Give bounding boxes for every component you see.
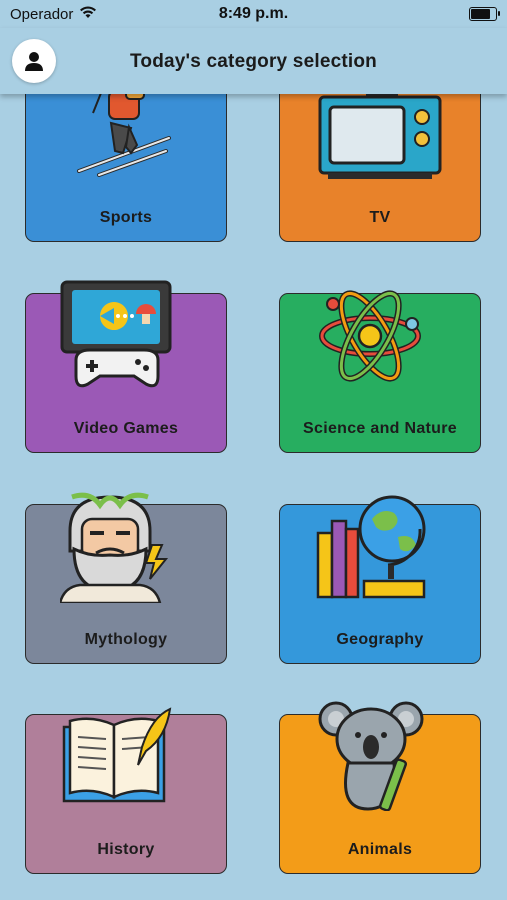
category-label: Science and Nature: [303, 420, 457, 437]
category-label: TV: [369, 209, 391, 226]
category-label: Video Games: [73, 420, 179, 437]
page-title: Today's category selection: [130, 51, 377, 72]
category-grid: Sports TV Video Games Science and Nature…: [0, 0, 507, 900]
category-card-video-games[interactable]: Video Games: [25, 280, 227, 453]
category-card-history[interactable]: History: [25, 707, 227, 874]
globe-icon: [316, 495, 426, 599]
category-label: Mythology: [84, 631, 168, 648]
television-icon: [318, 89, 442, 179]
category-card-science-and-nature[interactable]: Science and Nature: [279, 290, 481, 453]
battery-level: [471, 9, 490, 19]
status-time: 8:49 p.m.: [218, 5, 289, 22]
category-card-geography[interactable]: Geography: [279, 495, 481, 664]
category-card-tv[interactable]: TV: [279, 82, 481, 242]
skier-icon: [77, 84, 171, 177]
battery-icon: [469, 7, 500, 21]
category-label: Sports: [99, 209, 153, 226]
app-header: Today's category selection: [0, 28, 507, 94]
category-card-mythology[interactable]: Mythology: [25, 492, 227, 664]
zeus-icon: [60, 492, 169, 603]
atom-icon: [319, 290, 421, 382]
category-label: Geography: [336, 631, 424, 648]
book-quill-icon: [62, 707, 172, 803]
gamepad-icon: [60, 280, 172, 388]
category-card-sports[interactable]: Sports: [25, 82, 227, 242]
status-bar: Operador 8:49 p.m.: [0, 0, 507, 28]
koala-icon: [318, 701, 424, 811]
category-label: History: [97, 841, 155, 858]
category-label: Animals: [347, 841, 413, 858]
category-card-animals[interactable]: Animals: [279, 701, 481, 874]
